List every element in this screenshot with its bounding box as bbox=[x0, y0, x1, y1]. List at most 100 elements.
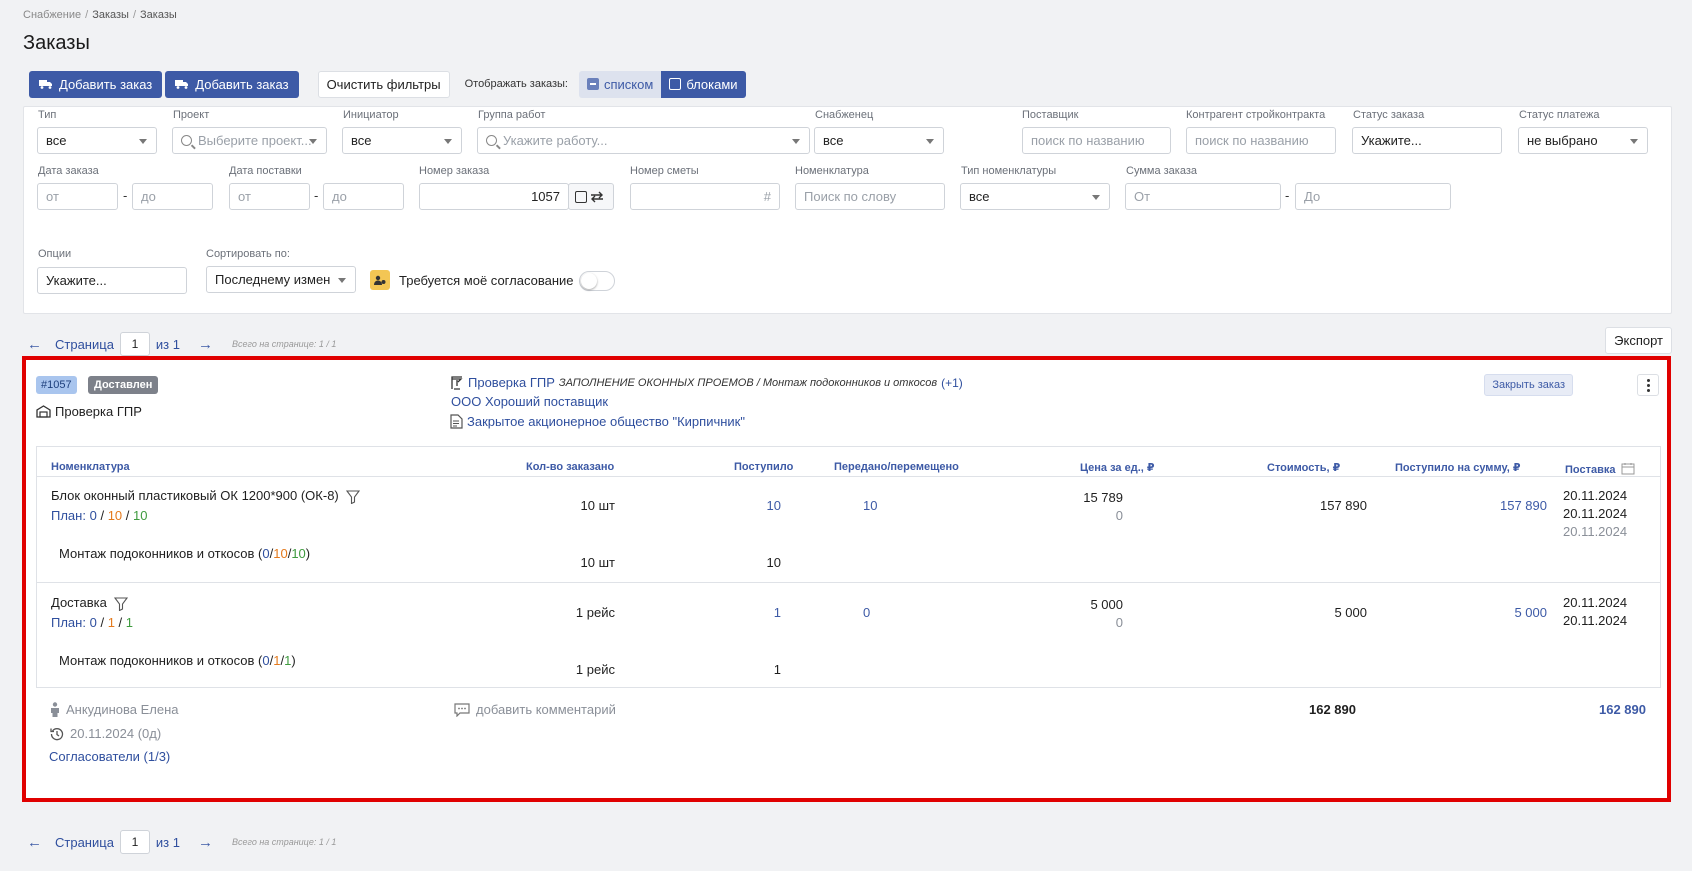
item-transferred[interactable]: 0 bbox=[863, 605, 870, 620]
more-menu-icon[interactable] bbox=[1637, 374, 1659, 396]
exact-match-toggle[interactable] bbox=[568, 183, 614, 210]
filter-nomenclature-type-label: Тип номенклатуры bbox=[961, 165, 1057, 177]
total-received-sum: 162 890 bbox=[1599, 702, 1646, 717]
filter-delivery-date-from[interactable]: от bbox=[229, 183, 310, 210]
plan-value-c: 1 bbox=[125, 615, 134, 630]
column-header: Передано/перемещено bbox=[834, 461, 959, 473]
view-blocks-option[interactable]: блоками bbox=[661, 70, 746, 98]
filter-order-sum-to-placeholder: До bbox=[1304, 189, 1321, 204]
page-label: Страница bbox=[55, 336, 114, 352]
chevron-down-icon bbox=[1630, 139, 1638, 144]
plan-value-c: 10 bbox=[133, 508, 148, 523]
filter-project-select[interactable]: Выберите проект... bbox=[172, 127, 327, 154]
filter-estimate-number-input[interactable]: # bbox=[630, 183, 780, 210]
export-button[interactable]: Экспорт bbox=[1605, 327, 1672, 354]
filter-type-select[interactable]: все bbox=[37, 127, 157, 154]
page-title: Заказы bbox=[23, 32, 90, 54]
item-received[interactable]: 10 bbox=[637, 498, 781, 513]
item-price-sub: 0 bbox=[1115, 508, 1123, 523]
user-approval-icon bbox=[370, 270, 390, 290]
filter-initiator-select[interactable]: все bbox=[342, 127, 462, 154]
filter-options-select[interactable]: Укажите... bbox=[37, 267, 187, 294]
filter-icon[interactable] bbox=[114, 597, 129, 611]
filter-supplier-input[interactable]: поиск по названию bbox=[1022, 127, 1171, 154]
plan-value-b: 1 bbox=[107, 615, 115, 630]
prev-page-arrow-icon[interactable]: ← bbox=[27, 834, 49, 851]
filter-order-date-to[interactable]: до bbox=[132, 183, 213, 210]
plan-value-a: 0 bbox=[89, 615, 97, 630]
filter-type-label: Тип bbox=[38, 109, 57, 121]
next-page-arrow-icon[interactable]: → bbox=[198, 336, 220, 353]
filter-supplier-manager-select[interactable]: все bbox=[814, 127, 944, 154]
comment-icon bbox=[454, 702, 470, 717]
document-icon bbox=[450, 414, 463, 429]
item-date: 20.11.2024 bbox=[1563, 595, 1628, 610]
add-order-button[interactable]: Добавить заказ bbox=[29, 70, 163, 98]
add-order-button-2[interactable]: Добавить заказ bbox=[165, 70, 299, 98]
next-page-arrow-icon[interactable]: → bbox=[198, 834, 220, 851]
page-count: из 1 bbox=[155, 834, 180, 850]
toolbar: Добавить заказ Добавить заказ Очистить ф… bbox=[29, 70, 746, 98]
approvers-link[interactable]: Согласователи (1/3) bbox=[49, 749, 170, 764]
swap-arrows-icon bbox=[591, 191, 603, 202]
filter-payment-status-value: не выбрано bbox=[1527, 133, 1598, 148]
filter-order-sum-from[interactable]: От bbox=[1125, 183, 1281, 210]
my-approval-toggle[interactable] bbox=[579, 271, 615, 291]
item-sub-received: 10 bbox=[766, 555, 781, 570]
plan-label: План: bbox=[51, 508, 86, 523]
pager-top: ← Страница 1 из 1 → Всего на странице: 1… bbox=[27, 332, 336, 356]
sort-select[interactable]: Последнему измен bbox=[206, 266, 356, 293]
filter-order-date-label: Дата заказа bbox=[38, 165, 99, 177]
supplier-link[interactable]: ООО Хороший поставщик bbox=[451, 394, 608, 409]
filter-order-number-input[interactable]: 1057 bbox=[419, 183, 569, 210]
item-price: 15 789 bbox=[1083, 490, 1123, 505]
item-received-sum[interactable]: 5 000 bbox=[1367, 605, 1547, 620]
plan-separator: / bbox=[118, 615, 123, 630]
filter-delivery-date-to[interactable]: до bbox=[323, 183, 404, 210]
column-header: Кол-во заказано bbox=[526, 461, 615, 473]
page-total-note: Всего на странице: 1 / 1 bbox=[232, 339, 337, 349]
person-icon bbox=[51, 702, 59, 717]
item-received[interactable]: 1 bbox=[637, 605, 781, 620]
column-header-delivery[interactable]: Поставка bbox=[1565, 462, 1635, 476]
work-extra-link[interactable]: (+1) bbox=[941, 376, 963, 390]
filter-order-date-from[interactable]: от bbox=[37, 183, 118, 210]
page-input[interactable]: 1 bbox=[119, 332, 150, 356]
filter-nomenclature-input[interactable]: Поиск по слову bbox=[795, 183, 945, 210]
item-received-sum[interactable]: 157 890 bbox=[1367, 498, 1547, 513]
view-list-option[interactable]: списком bbox=[579, 70, 662, 98]
filter-nomenclature-type-select[interactable]: все bbox=[960, 183, 1110, 210]
project-link[interactable]: Проверка ГПР bbox=[468, 375, 555, 390]
item-price-sub: 0 bbox=[1115, 615, 1123, 630]
filter-icon[interactable] bbox=[346, 490, 361, 504]
close-order-button[interactable]: Закрыть заказ bbox=[1484, 374, 1573, 396]
sub-value-c: 10 bbox=[291, 546, 306, 561]
order-id-badge[interactable]: #1057 bbox=[36, 376, 77, 394]
plan-separator: / bbox=[125, 508, 130, 523]
filter-contractor-input[interactable]: поиск по названию bbox=[1186, 127, 1336, 154]
filter-order-sum-to[interactable]: До bbox=[1295, 183, 1451, 210]
chevron-down-icon bbox=[309, 139, 317, 144]
page-input[interactable]: 1 bbox=[119, 830, 150, 854]
breadcrumb-item: Заказы bbox=[140, 9, 177, 21]
chevron-down-icon bbox=[338, 278, 346, 283]
breadcrumb-item[interactable]: Снабжение bbox=[23, 9, 81, 21]
breadcrumb-item[interactable]: Заказы bbox=[92, 9, 129, 21]
filter-payment-status-select[interactable]: не выбрано bbox=[1518, 127, 1648, 154]
page-label: Страница bbox=[55, 834, 114, 850]
author-line: Анкудинова Елена bbox=[50, 702, 179, 717]
contractor-link[interactable]: Закрытое акционерное общество "Кирпичник… bbox=[467, 414, 745, 429]
item-name-text: Доставка bbox=[51, 595, 107, 610]
filter-order-status-select[interactable]: Укажите... bbox=[1352, 127, 1502, 154]
filter-work-group-select[interactable]: Укажите работу... bbox=[477, 127, 810, 154]
item-cost: 157 890 bbox=[1320, 498, 1367, 513]
item-transferred[interactable]: 10 bbox=[863, 498, 877, 513]
prev-page-arrow-icon[interactable]: ← bbox=[27, 336, 49, 353]
filter-supplier-placeholder: поиск по названию bbox=[1031, 133, 1145, 148]
filter-supplier-manager-label: Снабженец bbox=[815, 109, 874, 121]
page-count: из 1 bbox=[155, 336, 180, 352]
clear-filters-button[interactable]: Очистить фильтры bbox=[317, 70, 450, 98]
add-order-label: Добавить заказ bbox=[195, 76, 289, 92]
add-comment-link[interactable]: добавить комментарий bbox=[454, 702, 616, 717]
sub-value-b: 1 bbox=[273, 653, 281, 668]
